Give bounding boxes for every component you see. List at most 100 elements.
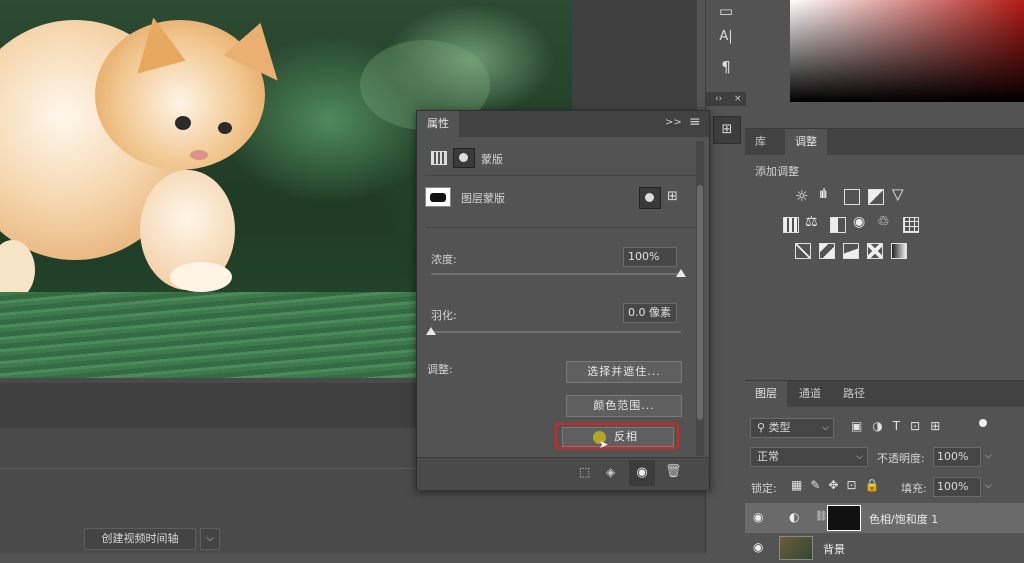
color-lookup-icon[interactable]: [903, 217, 919, 233]
feather-input[interactable]: 0.0 像素: [623, 303, 677, 323]
eye-icon[interactable]: ◉: [753, 510, 763, 524]
brightness-icon[interactable]: ☼: [795, 187, 808, 205]
mask-dot: [645, 193, 654, 202]
panel-dock-bar: ‹› ×: [706, 92, 746, 106]
add-vector-mask-icon[interactable]: ⊞: [667, 189, 678, 204]
opacity-input[interactable]: 100%: [933, 447, 981, 467]
fill-input[interactable]: 100%: [933, 477, 981, 497]
tab-adjustments[interactable]: 调整: [785, 129, 827, 155]
scrollbar-thumb[interactable]: [697, 185, 703, 420]
levels-icon[interactable]: ıılı: [819, 187, 828, 202]
properties-panel: 属性 >> ≡ 蒙版 图层蒙版 ⊞ 浓度: 100% 羽化: 0.0 像素 调整…: [416, 110, 710, 490]
tab-library[interactable]: 库: [745, 129, 776, 155]
density-slider[interactable]: [431, 273, 681, 275]
kitten-eye: [218, 122, 232, 134]
color-range-button[interactable]: 颜色范围...: [566, 395, 682, 417]
scrollbar-track[interactable]: [696, 141, 704, 456]
apply-mask-icon[interactable]: ◈: [606, 465, 615, 479]
trash-icon[interactable]: 🗑: [665, 464, 682, 479]
tab-channels[interactable]: 通道: [789, 381, 831, 407]
close-icon[interactable]: ×: [734, 92, 742, 106]
cursor-arrow-icon: ➤: [599, 438, 610, 451]
link-icon[interactable]: ⛓: [815, 511, 828, 522]
adjustments-panel: 库 调整 添加调整 ☼ ıılı ▽ ⚖ ◉ ♲: [745, 128, 1024, 377]
invert-label: 反相: [614, 430, 638, 443]
layer-name: 背景: [823, 543, 845, 556]
tools-column: ▭ A| ¶ ‹› × ⊞: [705, 0, 746, 553]
invert-button[interactable]: ➤ 反相: [562, 427, 674, 451]
black-white-icon[interactable]: [830, 217, 846, 233]
mask-thumbnail: [425, 187, 451, 207]
channel-mixer-icon[interactable]: ♲: [877, 214, 890, 230]
layer-filter-select[interactable]: ⚲ 类型 ⌵: [750, 418, 834, 438]
select-and-mask-button[interactable]: 选择并遮住...: [566, 361, 682, 383]
select-mask-button[interactable]: [639, 187, 661, 209]
feather-label: 羽化:: [431, 309, 457, 322]
divider: [425, 175, 697, 176]
eye-icon[interactable]: ◉: [753, 540, 763, 554]
vibrance-icon[interactable]: ▽: [892, 185, 904, 203]
gradient-map-icon[interactable]: [891, 243, 907, 259]
blend-mode-value: 正常: [757, 450, 779, 463]
properties-panel-icon[interactable]: ⊞: [713, 116, 741, 144]
selective-color-icon[interactable]: [867, 243, 883, 259]
invert-icon[interactable]: [795, 243, 811, 259]
text-tool-icon[interactable]: A|: [714, 26, 738, 48]
layer-row-hue-saturation[interactable]: ◉ ◐ ⛓ 色相/饱和度 1: [745, 503, 1024, 533]
density-input[interactable]: 100%: [623, 247, 677, 267]
expand-arrows-icon[interactable]: >>: [665, 117, 682, 128]
curves-icon[interactable]: [844, 189, 860, 205]
exposure-icon[interactable]: [868, 189, 884, 205]
color-balance-icon[interactable]: ⚖: [805, 214, 818, 230]
pixel-mask-icon[interactable]: [431, 151, 447, 165]
lock-label: 锁定:: [751, 482, 777, 495]
mask-silhouette: [430, 193, 446, 202]
layers-panel: 图层 通道 路径 ⚲ 类型 ⌵ ▣◑T⊡⊞ 正常 ⌵ 不透明度: 100% ⌵ …: [745, 380, 1024, 560]
chevron-down-icon[interactable]: ⌵: [200, 528, 220, 550]
density-label: 浓度:: [431, 253, 457, 266]
panel-menu-icon[interactable]: ≡: [689, 114, 701, 130]
color-picker-field[interactable]: [790, 0, 1024, 102]
collapse-icon[interactable]: ‹›: [715, 92, 722, 106]
adjustment-layer-icon: ◐: [789, 510, 800, 524]
chevron-down-icon: ⌵: [822, 423, 829, 433]
feather-slider[interactable]: [431, 331, 681, 333]
opacity-label: 不透明度:: [877, 452, 925, 465]
kitten-nose: [190, 150, 208, 160]
eye-icon[interactable]: ◉: [629, 460, 655, 486]
hue-saturation-icon[interactable]: [783, 217, 799, 233]
filter-kind-label: 类型: [768, 421, 791, 434]
kitten-eye: [175, 116, 191, 130]
photo-filter-icon[interactable]: ◉: [853, 214, 865, 230]
timeline-strip: [0, 383, 420, 428]
layer-filter-icons[interactable]: ▣◑T⊡⊞: [851, 419, 950, 433]
character-panel-icon[interactable]: ▭: [714, 0, 738, 22]
layers-tabbar: 图层 通道 路径: [745, 381, 1024, 407]
load-selection-icon[interactable]: ⬚: [579, 465, 590, 479]
chevron-down-icon[interactable]: ⌵: [985, 481, 992, 491]
paragraph-icon[interactable]: ¶: [714, 56, 738, 78]
mask-header-label: 蒙版: [481, 153, 503, 166]
layer-row-background[interactable]: ◉ 背景: [745, 533, 1024, 563]
layer-thumbnail[interactable]: [779, 536, 813, 560]
vector-mask-icon[interactable]: [453, 148, 475, 168]
chevron-down-icon: ⌵: [856, 452, 863, 462]
tab-layers[interactable]: 图层: [745, 381, 787, 407]
posterize-icon[interactable]: [819, 243, 835, 259]
feather-slider-thumb[interactable]: [426, 327, 436, 335]
filter-toggle-icon[interactable]: [979, 419, 987, 427]
layer-mask-thumbnail[interactable]: [827, 505, 861, 531]
density-slider-thumb[interactable]: [676, 269, 686, 277]
fill-label: 填充:: [901, 482, 927, 495]
lock-icons[interactable]: ▦✎✥⊡🔒: [791, 478, 887, 492]
divider: [425, 227, 697, 228]
kitten-paw: [170, 262, 232, 292]
blend-mode-select[interactable]: 正常 ⌵: [750, 447, 868, 467]
properties-title[interactable]: 属性: [417, 111, 459, 137]
mask-dot: [459, 153, 468, 162]
threshold-icon[interactable]: [843, 243, 859, 259]
create-video-timeline-button[interactable]: 创建视频时间轴: [84, 528, 196, 550]
chevron-down-icon[interactable]: ⌵: [985, 451, 992, 461]
tab-paths[interactable]: 路径: [833, 381, 875, 407]
layer-name: 色相/饱和度 1: [869, 513, 939, 526]
